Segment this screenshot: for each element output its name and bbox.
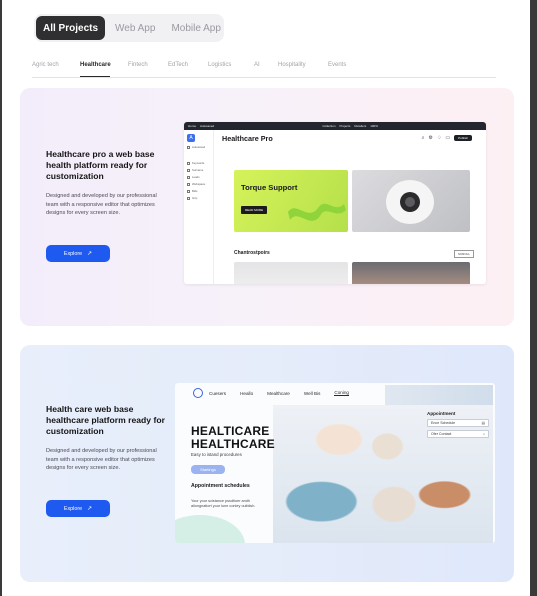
project-card-healthcare-web: Health care web base healthcare platform… — [20, 345, 514, 582]
filter-mobile-app[interactable]: Mobile App — [165, 16, 226, 40]
preview-pill-button: Startings — [191, 465, 225, 474]
preview-topbar-item: Retailers — [354, 124, 367, 128]
preview-sidebar: A Autosaved Keywords Surname Leads Websp… — [184, 130, 214, 284]
search-icon: ⌕ — [421, 135, 425, 141]
preview-appointment-panel: Appointment Ence Schedule ▤ Ofer Contact… — [427, 411, 489, 451]
preview-nav-link: Cuesers — [209, 390, 227, 396]
preview-sidebar-item: Surname — [187, 168, 210, 172]
explore-label: Explore — [63, 250, 83, 257]
tab-events[interactable]: Events — [328, 58, 368, 77]
project-title: Health care web base healthcare platform… — [46, 404, 165, 436]
preview-sidebar-item: Keywords — [187, 161, 210, 165]
arrow-up-right-icon: ↗ — [87, 251, 93, 257]
preview-topbar-item: Collection — [322, 124, 336, 128]
project-title: Healthcare pro a web base health platfor… — [46, 149, 155, 181]
preview-topbar-item: Projects — [339, 124, 351, 128]
portfolio-page: All Projects Web App Mobile App Agric te… — [2, 0, 530, 596]
decor-blob — [175, 515, 245, 543]
tab-agric-tech[interactable]: Agric tech — [32, 58, 80, 77]
preview-sidebar-item: Webspace — [187, 182, 210, 186]
preview-publish: Publish — [454, 135, 472, 141]
preview-topbar-item: Home — [188, 124, 197, 128]
arrow-up-right-icon: ↗ — [87, 506, 93, 512]
project-filter: All Projects Web App Mobile App — [34, 14, 224, 42]
camera-device-illustration — [386, 180, 434, 224]
preview-field-label: Ofer Contact — [431, 432, 452, 436]
preview-panel-field: Ofer Contact ⌕ — [427, 430, 489, 438]
preview-sidebar-item: Grip — [187, 196, 210, 200]
project-description: Designed and developed by our profession… — [46, 193, 157, 216]
preview-topbar: Home Autosaved Collection Projects Retai… — [184, 122, 486, 130]
preview-logo-icon: A — [187, 134, 195, 142]
green-shape-illustration — [288, 203, 346, 221]
preview-tagline: Easy to istand procedures — [191, 452, 242, 457]
preview-thumbnail — [352, 262, 470, 284]
explore-button[interactable]: Explore ↗ — [46, 500, 110, 517]
filter-all-projects[interactable]: All Projects — [36, 16, 106, 40]
preview-nav-link: Heallo — [240, 390, 254, 396]
preview-panel-field: Ence Schedule ▤ — [427, 419, 489, 427]
preview-nav-link: Coning — [334, 390, 349, 396]
preview-topbar-item: 100% — [370, 124, 378, 128]
project-preview-image: Cuesers Heallo Mealthcare Well Bis Conin… — [175, 383, 495, 543]
bell-icon: ♢ — [436, 135, 442, 141]
explore-label: Explore — [63, 505, 83, 512]
preview-hero-card: Torque Support READ MORE — [234, 170, 348, 232]
preview-section-text: Your your scistance pssdtiuer andh alion… — [191, 499, 256, 508]
preview-headline-line: HEALTHCARE — [191, 437, 275, 451]
preview-nav-link: Well Bis — [303, 390, 321, 396]
settings-icon: ⚙ — [428, 135, 433, 141]
preview-thumbnail — [234, 262, 348, 284]
project-preview-image: Home Autosaved Collection Projects Retai… — [184, 122, 486, 284]
preview-section-title: Appointment schedules — [191, 483, 250, 489]
preview-section-button: SCROLL — [453, 250, 474, 258]
preview-section-title: Chantrostpoirs — [234, 250, 270, 256]
preview-nav: Cuesers Heallo Mealthcare Well Bis Conin… — [175, 383, 495, 403]
explore-button[interactable]: Explore ↗ — [46, 245, 110, 262]
preview-topbar-item: Autosaved — [200, 124, 215, 128]
preview-sidebar-item: Leads — [187, 175, 210, 179]
preview-sidebar-item: Bids — [187, 189, 210, 193]
project-description: Designed and developed by our profession… — [46, 448, 157, 471]
preview-product-image — [352, 170, 470, 232]
tab-fintech[interactable]: Fintech — [128, 58, 168, 77]
calendar-icon: ▤ — [481, 421, 485, 425]
preview-toolbar: ⌕ ⚙ ♢ ▭ Publish — [422, 135, 472, 141]
tab-ai[interactable]: AI — [254, 58, 278, 77]
tab-hospitality[interactable]: Hospitality — [278, 58, 328, 77]
preview-nav-link: Mealthcare — [267, 390, 290, 396]
filter-web-app[interactable]: Web App — [109, 16, 161, 40]
preview-main: Healthcare Pro ⌕ ⚙ ♢ ▭ Publish Torque Su… — [222, 134, 478, 284]
category-tabs: Agric tech Healthcare Fintech EdTech Log… — [32, 58, 496, 78]
preview-field-label: Ence Schedule — [431, 421, 456, 425]
tab-edtech[interactable]: EdTech — [168, 58, 208, 77]
preview-headline: HEALTICARE HEALTHCARE — [191, 425, 275, 451]
tab-logistics[interactable]: Logistics — [208, 58, 254, 77]
preview-panel-title: Appointment — [427, 411, 456, 416]
tab-healthcare[interactable]: Healthcare — [80, 58, 111, 77]
cart-icon: ▭ — [445, 135, 451, 141]
project-card-healthcare-pro: Healthcare pro a web base health platfor… — [20, 88, 514, 326]
preview-sidebar-item: Autosaved — [187, 145, 210, 149]
search-icon: ⌕ — [482, 432, 485, 436]
